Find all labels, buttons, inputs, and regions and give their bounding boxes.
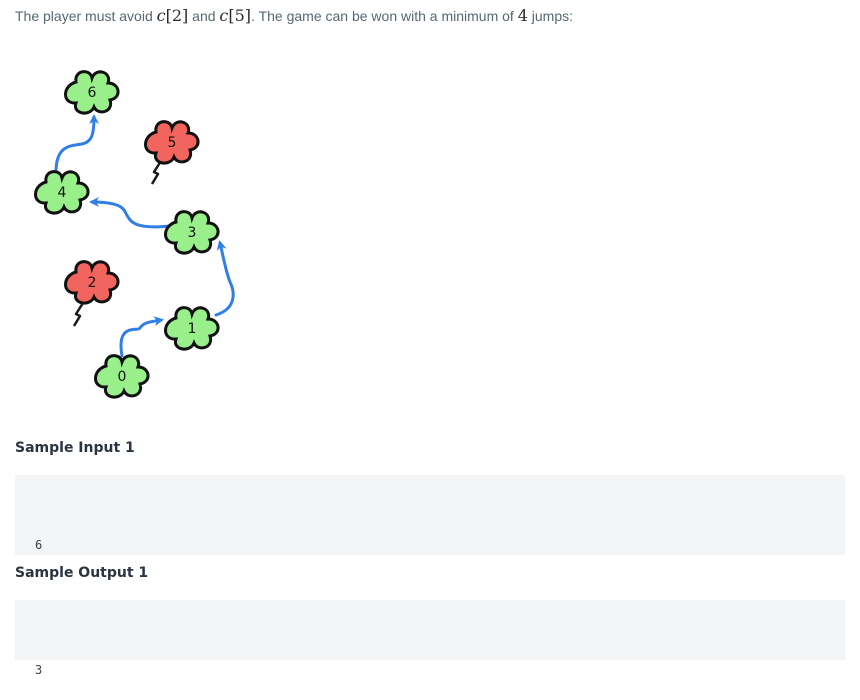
cloud-6-label: 6 xyxy=(88,85,97,101)
intro-text-4: jumps: xyxy=(527,8,574,24)
intro-text-3: . The game can be won with a minimum of xyxy=(251,8,518,24)
cloud-5: 5 xyxy=(144,120,200,165)
cloud-3-label: 3 xyxy=(188,225,197,241)
cloud-4-label: 4 xyxy=(58,185,67,201)
cloud-2: 2 xyxy=(64,260,120,305)
sample-input-line-1: 6 xyxy=(35,538,43,552)
cloud-4: 4 xyxy=(34,170,90,215)
sample-input-heading: Sample Input 1 xyxy=(15,440,135,456)
jump-arrow-4-to-6 xyxy=(54,114,99,174)
cloud-0: 0 xyxy=(94,354,150,399)
sample-output-line-1: 3 xyxy=(35,663,43,677)
math-var: c xyxy=(156,6,166,25)
math-index: [5] xyxy=(228,6,252,25)
jump-arrow-3-to-4 xyxy=(89,197,172,229)
cloud-6: 6 xyxy=(64,70,120,115)
math-c-2: c[2] xyxy=(157,6,189,25)
sample-output-heading: Sample Output 1 xyxy=(15,565,149,581)
cloud-3: 3 xyxy=(164,210,220,255)
cloud-jump-diagram: 6 5 4 3 2 1 0 xyxy=(34,70,235,399)
cloud-2-label: 2 xyxy=(88,275,97,291)
intro-text-1: The player must avoid xyxy=(15,8,157,24)
cloud-0-label: 0 xyxy=(118,369,127,385)
sample-output-block: 3 xyxy=(15,600,845,677)
cloud-1: 1 xyxy=(164,306,220,351)
problem-statement: The player must avoid c[2] and c[5]. The… xyxy=(15,5,573,27)
math-jump-count: 4 xyxy=(517,6,528,25)
cloud-5-label: 5 xyxy=(168,135,177,151)
sample-input-block: 6 0 0 0 0 1 0 xyxy=(15,475,845,612)
jump-arrow-0-to-1 xyxy=(119,316,164,358)
math-c-5: c[5] xyxy=(219,6,251,25)
intro-text-2: and xyxy=(188,8,220,24)
cloud-1-label: 1 xyxy=(188,321,197,337)
jump-arrow-1-to-3 xyxy=(214,240,235,317)
math-index: [2] xyxy=(165,6,189,25)
